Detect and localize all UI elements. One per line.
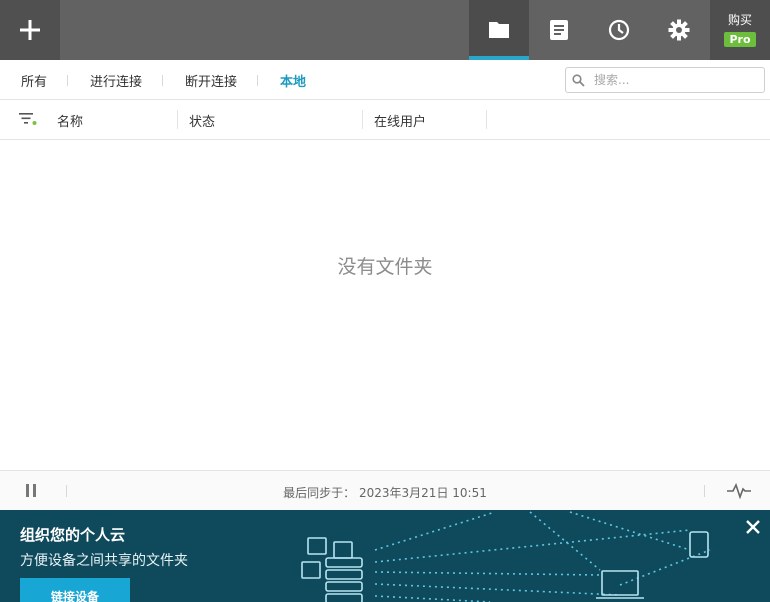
buy-label: 购买 (727, 13, 752, 27)
column-divider (177, 110, 178, 129)
empty-message: 没有文件夹 (337, 256, 433, 278)
pulse-icon[interactable] (727, 483, 751, 499)
nav-log-button[interactable] (529, 0, 589, 60)
nav-folders-button[interactable] (469, 0, 529, 60)
connect-device-button[interactable]: 链接设备 (20, 578, 130, 602)
sync-label: 最后同步于： (283, 486, 356, 500)
top-bar: 购买 Pro (0, 0, 770, 60)
tab-disconnected[interactable]: 断开连接 (185, 71, 237, 90)
column-header: 名称 状态 在线用户 (0, 100, 770, 140)
clock-icon (608, 19, 630, 41)
search-box (565, 67, 765, 93)
last-sync-text: 最后同步于： 2023年3月21日 10:51 (0, 484, 770, 501)
column-name[interactable]: 名称 (57, 111, 83, 130)
search-input[interactable] (594, 71, 759, 89)
buy-pro-button[interactable]: 购买 Pro (710, 0, 770, 60)
tab-connected[interactable]: 进行连接 (90, 71, 142, 90)
column-divider (362, 110, 363, 129)
column-status[interactable]: 状态 (189, 111, 215, 130)
status-divider (704, 485, 705, 497)
nav-history-button[interactable] (589, 0, 649, 60)
search-icon (572, 74, 585, 87)
banner-title: 组织您的个人云 (20, 526, 126, 544)
banner-subtitle: 方便设备之间共享的文件夹 (20, 553, 188, 569)
sync-time: 2023年3月21日 10:51 (359, 486, 487, 500)
add-folder-button[interactable] (0, 0, 60, 60)
tab-local[interactable]: 本地 (280, 71, 306, 90)
close-icon[interactable] (744, 518, 762, 536)
plus-icon (20, 20, 40, 40)
column-divider (486, 110, 487, 129)
nav-settings-button[interactable] (649, 0, 709, 60)
folder-icon (489, 22, 509, 38)
tab-all[interactable]: 所有 (21, 71, 47, 90)
devices-illustration (301, 511, 711, 602)
gear-icon (668, 19, 690, 41)
tab-divider (162, 75, 163, 86)
log-icon (550, 20, 568, 40)
promo-banner: 组织您的个人云 方便设备之间共享的文件夹 链接设备 (0, 510, 770, 602)
status-bar: 最后同步于： 2023年3月21日 10:51 (0, 470, 770, 510)
pro-badge: Pro (724, 32, 756, 47)
folder-list: 没有文件夹 (0, 140, 770, 470)
tab-divider (67, 75, 68, 86)
column-online-users[interactable]: 在线用户 (374, 111, 426, 130)
filter-icon[interactable] (19, 112, 37, 126)
tab-divider (257, 75, 258, 86)
filter-tabs: 所有 进行连接 断开连接 本地 (0, 60, 770, 100)
